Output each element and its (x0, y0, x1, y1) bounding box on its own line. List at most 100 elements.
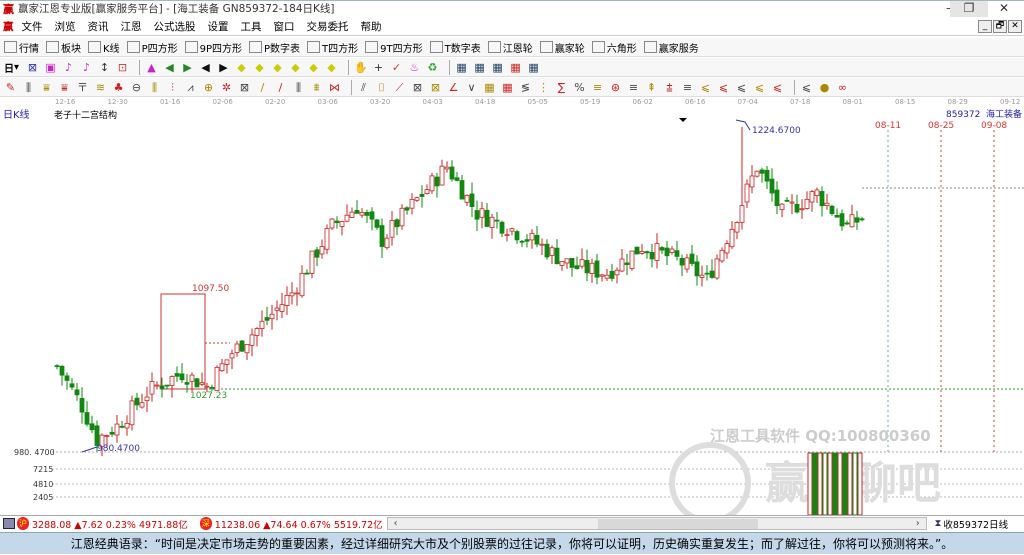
candle[interactable] (664, 247, 670, 257)
candle[interactable] (174, 373, 180, 377)
candle[interactable] (229, 353, 235, 359)
candle[interactable] (289, 292, 295, 297)
candle[interactable] (304, 272, 310, 275)
drawing-tool-37-icon[interactable]: ≡ (681, 81, 694, 94)
candle[interactable] (469, 193, 475, 207)
candle[interactable] (834, 215, 840, 218)
drawing-tool-34-icon[interactable]: ≡ (627, 81, 640, 94)
toolbar-button-7[interactable]: 9T四方形 (365, 40, 423, 55)
candle[interactable] (724, 243, 730, 254)
candle[interactable] (504, 234, 510, 237)
drawing-tool-14-icon[interactable]: / (256, 81, 269, 94)
candle[interactable] (739, 205, 745, 223)
drawing-tool-41-icon[interactable]: ⩽ (753, 81, 766, 94)
toolbar-button-4[interactable]: 9P四方形 (184, 40, 242, 55)
chart-tool-14-icon[interactable]: ◆ (289, 61, 302, 74)
candle[interactable] (144, 396, 150, 401)
candle[interactable] (134, 397, 140, 406)
toolbar-button-5[interactable]: P数字表 (249, 40, 300, 55)
drawing-tool-9-icon[interactable]: ⫶ (166, 81, 179, 94)
candle[interactable] (799, 208, 805, 211)
candle[interactable] (809, 191, 815, 203)
candle[interactable] (369, 211, 375, 220)
candle[interactable] (239, 340, 245, 352)
period-select[interactable]: 日 ▾ (4, 60, 19, 75)
candle[interactable] (549, 247, 555, 256)
candle[interactable] (494, 219, 500, 222)
drawing-tool-13-icon[interactable]: ⊠ (238, 81, 251, 94)
candle[interactable] (669, 248, 675, 254)
toolbar-button-3[interactable]: P四方形 (126, 40, 178, 55)
sz-index-quote[interactable]: 11238.06 ▲74.64 0.67% 5519.72亿 (215, 517, 383, 531)
mdi-minimize-button[interactable]: _ (978, 20, 992, 33)
candle[interactable] (624, 262, 630, 265)
candle[interactable] (619, 258, 625, 272)
drawing-tool-21-icon[interactable]: ⟋ (393, 81, 406, 94)
candle[interactable] (189, 374, 195, 382)
candle[interactable] (114, 423, 120, 436)
toolbar-button-8[interactable]: T数字表 (429, 40, 481, 55)
sh-index-quote[interactable]: 3288.08 ▲7.62 0.23% 4971.88亿 (32, 517, 188, 531)
candle[interactable] (389, 220, 395, 238)
candle[interactable] (509, 228, 515, 232)
chart-tool-0-icon[interactable]: ⊠ (26, 61, 39, 74)
candle[interactable] (644, 251, 650, 254)
toolbar-button-6[interactable]: T四方形 (307, 40, 358, 55)
menu-item-4[interactable]: 公式选股 (154, 19, 196, 34)
chart-tool-2-icon[interactable]: ♪ (62, 61, 75, 74)
candle[interactable] (169, 376, 175, 386)
menu-item-2[interactable]: 资讯 (88, 19, 109, 34)
candle[interactable] (684, 257, 690, 270)
candle[interactable] (574, 265, 580, 269)
chart-tool-17-icon[interactable]: ✋ (354, 61, 368, 74)
candle[interactable] (649, 251, 655, 260)
candle[interactable] (554, 247, 560, 265)
candle[interactable] (769, 178, 775, 194)
drawing-tool-8-icon[interactable]: ⫼ (148, 81, 161, 94)
candle[interactable] (634, 246, 640, 255)
candle[interactable] (149, 381, 155, 395)
drawing-tool-18-icon[interactable]: ⋈ (328, 81, 341, 94)
candle[interactable] (479, 208, 485, 218)
candle[interactable] (374, 219, 380, 228)
horizontal-scrollbar[interactable]: ‹ › (386, 517, 927, 530)
drawing-tool-42-icon[interactable]: ⩽ (771, 81, 784, 94)
toolbar-button-12[interactable]: 赢家服务 (643, 40, 699, 55)
candle[interactable] (334, 220, 340, 224)
chart-tool-12-icon[interactable]: ◆ (253, 61, 266, 74)
candle[interactable] (454, 177, 460, 181)
chart-tool-26-icon[interactable]: ▦ (527, 61, 540, 74)
candle[interactable] (569, 257, 575, 268)
drawing-tool-20-icon[interactable]: ⌷ (375, 81, 388, 94)
scroll-right-button[interactable]: › (916, 518, 920, 529)
candle[interactable] (774, 189, 780, 207)
candle[interactable] (74, 389, 80, 396)
drawing-tool-44-icon[interactable]: ● (818, 81, 831, 94)
mdi-restore-button[interactable]: 🗗 (993, 20, 1007, 33)
drawing-tool-26-icon[interactable]: ▦ (483, 81, 496, 94)
candle[interactable] (299, 272, 305, 297)
candle[interactable] (714, 258, 720, 279)
drawing-tool-4-icon[interactable]: 〒 (76, 81, 89, 94)
candle[interactable] (459, 180, 465, 200)
candle[interactable] (524, 239, 530, 242)
drawing-tool-0-icon[interactable]: ✎ (4, 81, 17, 94)
drawing-tool-29-icon[interactable]: ⋮ (537, 81, 550, 94)
scrollbar-thumb[interactable] (597, 519, 758, 529)
drawing-tool-24-icon[interactable]: ∠ (447, 81, 460, 94)
candle[interactable] (579, 259, 585, 267)
candle[interactable] (354, 209, 360, 214)
toolbar-button-2[interactable]: K线 (88, 40, 120, 55)
chart-tool-7-icon[interactable]: ◀ (163, 61, 176, 74)
candle[interactable] (824, 202, 830, 207)
candle[interactable] (804, 198, 810, 209)
candle[interactable] (719, 249, 725, 262)
candle[interactable] (219, 363, 225, 372)
candle[interactable] (419, 193, 425, 197)
chart-tool-22-icon[interactable]: ▦ (455, 61, 468, 74)
toolbar-button-11[interactable]: 六角形 (591, 40, 637, 55)
candle[interactable] (604, 274, 610, 279)
toolbar-button-0[interactable]: 行情 (4, 40, 39, 55)
candle[interactable] (324, 228, 330, 250)
candle[interactable] (214, 366, 220, 391)
